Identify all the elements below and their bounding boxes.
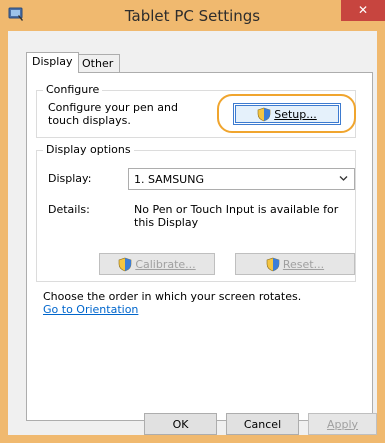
configure-description: Configure your pen and touch displays. (48, 101, 178, 127)
cancel-button[interactable]: Cancel (226, 413, 299, 435)
setup-button[interactable]: Setup... (233, 103, 341, 125)
uac-shield-icon (119, 257, 132, 271)
calibrate-button-label: Calibrate... (135, 257, 196, 271)
uac-shield-icon (266, 257, 280, 271)
display-select-value: 1. SAMSUNG (134, 173, 204, 186)
setup-button-label: Setup... (274, 107, 317, 121)
reset-button-label: Reset... (282, 257, 325, 271)
ok-button[interactable]: OK (144, 413, 217, 435)
details-label: Details: (48, 203, 90, 216)
ok-button-label: OK (172, 417, 189, 431)
go-to-orientation-link[interactable]: Go to Orientation (43, 303, 138, 316)
orientation-description: Choose the order in which your screen ro… (43, 290, 302, 303)
reset-button[interactable]: Reset... (235, 253, 355, 275)
display-select[interactable]: 1. SAMSUNG (128, 168, 355, 190)
apply-button-label: Apply (326, 417, 359, 431)
apply-button[interactable]: Apply (308, 413, 377, 435)
configure-legend: Configure (43, 83, 103, 96)
cancel-button-label: Cancel (243, 417, 282, 431)
dialog-window: Tablet PC Settings ✕ Display Other Confi… (0, 0, 385, 443)
uac-shield-icon (257, 107, 271, 121)
chevron-down-icon (339, 176, 348, 181)
details-value: No Pen or Touch Input is available for t… (134, 203, 339, 229)
display-options-legend: Display options (43, 143, 134, 156)
calibrate-button[interactable]: Calibrate... (99, 253, 215, 275)
display-label: Display: (48, 172, 92, 185)
